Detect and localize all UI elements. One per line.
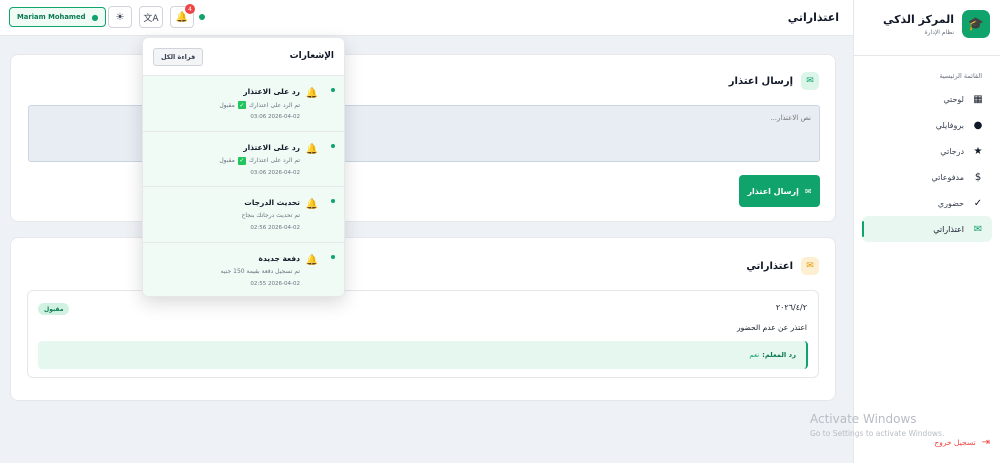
sidebar-item-attendance[interactable]: ✓ حضوري <box>862 190 992 216</box>
notification-time: 2026-04-02 02:56 <box>250 225 300 231</box>
notification-title: رد على الاعتذار <box>243 87 300 96</box>
unread-dot <box>331 143 335 148</box>
sidebar-item-label: بروفايلي <box>935 120 964 130</box>
my-excuses-title: ✉ اعتذاراتي <box>746 257 819 275</box>
notification-body-text: تم الرد على اعتذارك <box>248 157 300 164</box>
notification-body: تم الرد على اعتذارك ✓ مقبول <box>219 101 300 109</box>
top-header: اعتذاراتي Mariam Mohamed ● ☀ 文A 🔔 4 <box>0 0 853 36</box>
send-excuse-title: ✉ إرسال اعتذار <box>729 72 819 90</box>
notification-time: 2026-04-02 03:06 <box>250 169 300 176</box>
bell-icon: 🔔 <box>305 199 318 210</box>
mail-icon: ✉ <box>804 186 812 196</box>
status-badge: مقبول <box>38 303 70 315</box>
notification-status: مقبول <box>219 101 235 109</box>
sidebar-section-label: القائمة الرئيسية <box>939 72 982 80</box>
mail-icon: ✉ <box>801 257 819 275</box>
excuse-date: ٢٠٢٦/٤/٢ <box>775 303 807 312</box>
notification-item[interactable]: 🔔 رد على الاعتذار تم الرد على اعتذارك ✓ … <box>143 76 344 132</box>
notification-body-text: تم الرد على اعتذارك <box>248 101 300 109</box>
mail-icon: ✉ <box>973 223 983 235</box>
sidebar-item-excuses[interactable]: ✉ اعتذاراتي <box>862 216 992 242</box>
notification-title: دفعة جديدة <box>258 253 300 263</box>
user-icon: ● <box>973 119 983 131</box>
bell-icon: 🔔 <box>305 254 318 266</box>
theme-toggle-button[interactable]: ☀ <box>108 6 132 28</box>
checkbox-icon: ✓ <box>237 156 246 165</box>
notification-body-text: تم تحديث درجاتك بنجاح <box>241 212 300 219</box>
sidebar-item-label: حضوري <box>937 198 964 208</box>
notifications-header: الإشعارات قراءة الكل <box>143 38 344 76</box>
dashboard-icon: ▦ <box>973 93 983 105</box>
notification-item[interactable]: 🔔 دفعة جديدة تم تسجيل دفعة بقيمة 150 جني… <box>143 242 344 296</box>
unread-dot <box>331 88 335 92</box>
page-title: اعتذاراتي <box>787 11 839 24</box>
notifications-title: الإشعارات <box>289 51 334 61</box>
reply-label: رد المعلم: <box>762 351 796 359</box>
user-chip[interactable]: Mariam Mohamed ● <box>9 7 107 27</box>
sidebar-item-label: اعتذاراتي <box>933 224 964 234</box>
send-excuse-card: ✉ إرسال اعتذار ✉ إرسال اعتذار <box>10 54 836 222</box>
notification-count-badge: 4 <box>185 4 195 14</box>
notification-item[interactable]: 🔔 تحديث الدرجات تم تحديث درجاتك بنجاح 20… <box>143 187 344 243</box>
activate-windows-watermark: Activate Windows <box>810 412 917 426</box>
user-name: Mariam Mohamed <box>17 13 86 21</box>
excuse-text: اعتذر عن عدم الحضور <box>737 323 807 332</box>
notification-body-text: تم تسجيل دفعة بقيمة 150 جنيه <box>220 267 300 275</box>
sidebar-item-dashboard[interactable]: ▦ لوحتي <box>862 86 992 112</box>
brand[interactable]: 🎓 المركز الذكي نظام الإدارة <box>883 10 990 38</box>
send-excuse-button[interactable]: ✉ إرسال اعتذار <box>739 175 820 207</box>
unread-dot <box>331 254 335 259</box>
activate-windows-hint: Go to Settings to activate Windows. <box>810 429 945 438</box>
my-excuses-card: ✉ اعتذاراتي ٢٠٢٦/٤/٢ مقبول اعتذر عن عدم … <box>10 237 836 401</box>
notification-item[interactable]: 🔔 رد على الاعتذار تم الرد على اعتذارك ✓ … <box>143 131 344 187</box>
user-icon: ● <box>91 12 99 22</box>
logout-label: تسجيل خروج <box>934 438 976 447</box>
unread-dot <box>331 199 335 203</box>
dollar-icon: $ <box>974 171 982 183</box>
bell-icon: 🔔 <box>305 143 318 155</box>
sidebar-item-label: لوحتي <box>943 94 964 104</box>
sidebar-nav: ▦ لوحتي ● بروفايلي ★ درجاتي $ مدفوعاتي ✓… <box>862 86 992 242</box>
notification-title: رد على الاعتذار <box>243 142 300 152</box>
logout-icon: ⇥ <box>981 437 990 448</box>
sidebar-item-label: مدفوعاتي <box>931 172 964 182</box>
card-title-text: إرسال اعتذار <box>728 75 793 87</box>
notification-time: 2026-04-02 03:06 <box>250 114 300 120</box>
sidebar-divider <box>854 55 1000 56</box>
teacher-reply: رد المعلم: نعم <box>38 341 808 369</box>
excuse-item: ٢٠٢٦/٤/٢ مقبول اعتذر عن عدم الحضور رد ال… <box>27 290 819 378</box>
check-icon: ✓ <box>973 197 983 209</box>
notification-time: 2026-04-02 02:55 <box>250 280 300 287</box>
sidebar: 🎓 المركز الذكي نظام الإدارة القائمة الرئ… <box>853 0 1000 463</box>
reply-text: نعم <box>749 351 760 359</box>
translate-icon: 文A <box>143 13 159 24</box>
notifications-dropdown: الإشعارات قراءة الكل 🔔 رد على الاعتذار ت… <box>142 37 345 297</box>
online-status-dot <box>199 14 205 20</box>
sun-icon: ☀ <box>115 11 125 23</box>
brand-name: المركز الذكي <box>883 12 954 26</box>
graduation-cap-icon: 🎓 <box>962 10 990 38</box>
notification-body: تم الرد على اعتذارك ✓ مقبول <box>219 156 300 165</box>
language-button[interactable]: 文A <box>139 6 163 28</box>
notification-body: تم تحديث درجاتك بنجاح <box>241 212 300 219</box>
read-all-button[interactable]: قراءة الكل <box>153 48 204 66</box>
sidebar-item-profile[interactable]: ● بروفايلي <box>862 112 992 138</box>
logout-button[interactable]: ⇥ تسجيل خروج <box>934 437 990 448</box>
sidebar-item-payments[interactable]: $ مدفوعاتي <box>862 164 992 190</box>
notification-body: تم تسجيل دفعة بقيمة 150 جنيه <box>221 268 300 275</box>
star-icon: ★ <box>973 145 983 157</box>
mail-icon: ✉ <box>801 72 819 90</box>
notifications-button[interactable]: 🔔 4 <box>170 4 195 28</box>
checkbox-icon: ✓ <box>237 101 246 109</box>
brand-subtitle: نظام الإدارة <box>924 28 954 36</box>
notification-status: مقبول <box>219 157 235 164</box>
card-title-text: اعتذاراتي <box>746 260 793 272</box>
sidebar-item-grades[interactable]: ★ درجاتي <box>862 138 992 164</box>
sidebar-item-label: درجاتي <box>940 146 964 156</box>
send-button-label: إرسال اعتذار <box>747 186 799 196</box>
bell-icon: 🔔 <box>305 88 318 99</box>
notification-title: تحديث الدرجات <box>244 198 300 207</box>
